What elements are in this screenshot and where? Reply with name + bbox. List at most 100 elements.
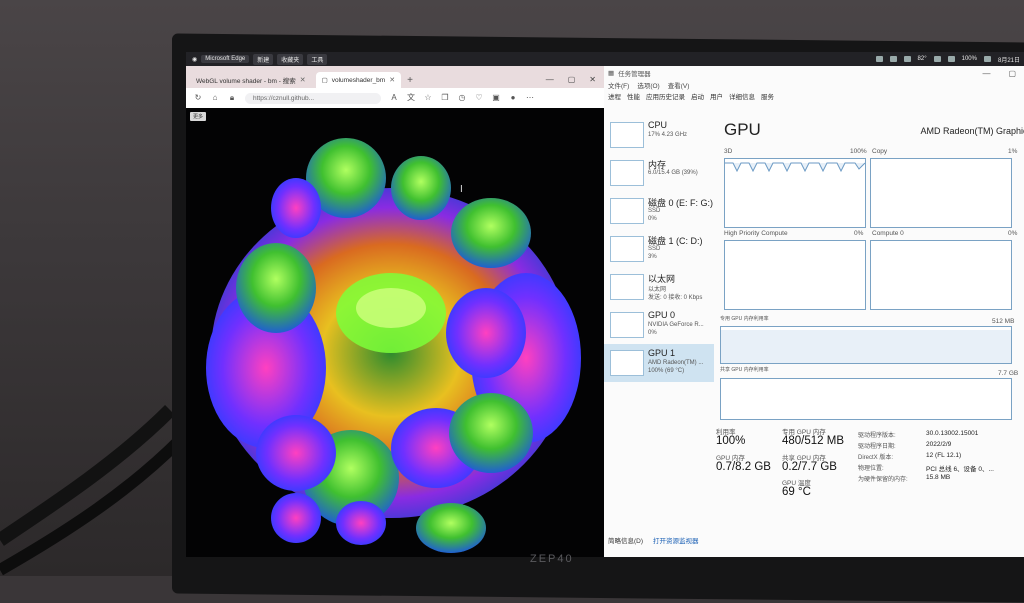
sidebar-item-detail: 17% 4.23 GHz [648, 132, 688, 138]
close-icon[interactable]: ✕ [589, 75, 596, 84]
favorite-icon[interactable]: ☆ [424, 94, 432, 102]
avatar[interactable]: ● [509, 94, 517, 102]
browser-window: WebGL volume shader - bm - 搜索 ✕ ▢ volume… [186, 66, 604, 557]
app-icon: ◉ [192, 56, 198, 63]
sidebar-item-label: CPU [648, 120, 668, 130]
info-key: 物理位置: [858, 466, 884, 472]
graph-copy [870, 158, 1012, 228]
info-key: 驱动程序版本: [858, 433, 896, 439]
summary-toggle[interactable]: 简略信息(D) [608, 535, 643, 545]
address-bar: ↻ ⌂ 🔒︎ https://cznull.github... A 文 ☆ ❐ … [186, 88, 604, 108]
more-icon[interactable]: ⋯ [526, 94, 534, 102]
url-input[interactable]: https://cznull.github... [245, 92, 381, 104]
graph-shr-max: 7.7 GB [998, 370, 1019, 377]
stat-util-value: 100% [716, 435, 746, 447]
tm-menu: 文件(F) 选项(O) 查看(V) [604, 80, 1024, 90]
stat-temp-value: 69 °C [782, 486, 811, 498]
minimize-icon[interactable]: — [982, 69, 990, 78]
tab-label: WebGL volume shader - bm - 搜索 [196, 78, 296, 85]
topbar-tab-fav[interactable]: 收藏夹 [277, 53, 304, 65]
sidebar-item-detail: SSD [648, 246, 661, 252]
sidebar-item-detail: AMD Radeon(TM) ... [648, 360, 704, 366]
gpu1-thumb-graph [610, 350, 644, 376]
tray-temp: 82° [917, 56, 927, 62]
tab-processes[interactable]: 进程 [608, 91, 621, 101]
tab-details[interactable]: 详细信息 [729, 91, 755, 101]
tab-app-history[interactable]: 应用历史记录 [646, 91, 685, 101]
task-manager-icon: ▦ [608, 70, 615, 77]
menu-view[interactable]: 查看(V) [668, 80, 690, 90]
browser-tab-search[interactable]: WebGL volume shader - bm - 搜索 ✕ [190, 72, 312, 88]
history-icon[interactable]: ◷ [458, 94, 466, 102]
disk1-thumb-graph [610, 236, 644, 262]
sidebar-item-gpu1[interactable]: GPU 1 AMD Radeon(TM) ... 100% (69 °C) [604, 344, 714, 382]
tab-startup[interactable]: 启动 [691, 91, 704, 101]
close-icon[interactable]: ✕ [300, 76, 306, 84]
graph-c0 [870, 240, 1012, 310]
toolbar-pill[interactable]: 更多 [190, 112, 207, 121]
window-controls: — ▢ ✕ [546, 70, 604, 88]
graph-3d [724, 158, 866, 228]
topbar-app[interactable]: Microsoft Edge [201, 55, 250, 63]
sidebar-item-disk0[interactable]: 磁盘 0 (E: F: G:) SSD 0% [604, 192, 714, 230]
resource-monitor-link[interactable]: 打开资源监视器 [653, 535, 699, 545]
graph-3d-pct: 100% [850, 148, 867, 155]
info-key: DirectX 版本: [858, 455, 894, 461]
maximize-icon[interactable]: ▢ [568, 75, 576, 84]
sidebar-item-value: 0% [648, 330, 657, 336]
maximize-icon[interactable]: ▢ [1008, 69, 1016, 78]
tray-icon[interactable] [903, 56, 911, 62]
graph-3d-label[interactable]: 3D [724, 148, 732, 155]
topbar-tab-new[interactable]: 新建 [253, 53, 274, 65]
heart-icon[interactable]: ♡ [475, 94, 483, 102]
tray-battery: 100% [961, 56, 977, 62]
tm-footer: 简略信息(D) 打开资源监视器 [608, 535, 699, 545]
read-aloud-icon[interactable]: A [390, 94, 398, 102]
tab-label: volumeshader_bm [331, 76, 386, 84]
text-cursor-icon: I [460, 184, 463, 195]
graph-hpc-label[interactable]: High Priority Compute [724, 230, 788, 237]
sidebar-item-detail: 6.0/15.4 GB (39%) [648, 170, 698, 176]
graph-shared-memory [720, 378, 1012, 420]
tray-icon[interactable] [889, 56, 897, 62]
graph-hpc-pct: 0% [854, 230, 864, 237]
screenshot-icon[interactable]: ▣ [492, 94, 500, 102]
top-bar: ◉ Microsoft Edge 新建 收藏夹 工具 82° 100% 8月21… [186, 52, 1024, 66]
browser-tab-shader[interactable]: ▢ volumeshader_bm ✕ [315, 72, 402, 88]
tray-icon[interactable] [875, 56, 883, 62]
stat-shr-value: 0.2/7.7 GB [782, 461, 837, 473]
page-title: GPU [724, 120, 761, 139]
tray-icon[interactable] [933, 56, 941, 62]
sidebar-item-disk1[interactable]: 磁盘 1 (C: D:) SSD 3% [604, 230, 714, 268]
screen: ◉ Microsoft Edge 新建 收藏夹 工具 82° 100% 8月21… [186, 52, 1024, 557]
info-value: 30.0.13002.15001 [926, 430, 979, 437]
refresh-icon[interactable]: ↻ [194, 94, 202, 102]
tab-performance[interactable]: 性能 [627, 91, 640, 101]
sidebar-item-ethernet[interactable]: 以太网 以太网 发送: 0 接收: 0 Kbps [604, 268, 714, 306]
tab-services[interactable]: 服务 [761, 91, 774, 101]
graph-copy-label[interactable]: Copy [872, 148, 887, 155]
graph-c0-label[interactable]: Compute 0 [872, 230, 904, 237]
battery-icon[interactable] [983, 56, 991, 62]
close-icon[interactable]: ✕ [389, 76, 395, 84]
wifi-icon[interactable] [947, 56, 955, 62]
sidebar-item-memory[interactable]: 内存 6.0/15.4 GB (39%) [604, 154, 714, 192]
menu-options[interactable]: 选项(O) [637, 80, 659, 90]
sidebar-item-value: 100% (69 °C) [648, 368, 685, 374]
minimize-icon[interactable]: — [546, 75, 554, 84]
sidebar-item-gpu0[interactable]: GPU 0 NVIDIA GeForce R... 0% [604, 306, 714, 344]
collections-icon[interactable]: ❐ [441, 94, 449, 102]
graph-shr-label: 共享 GPU 内存利用率 [720, 367, 769, 373]
graph-dedicated-memory [720, 326, 1012, 364]
gpu-model: AMD Radeon(TM) Graphics [920, 126, 1024, 136]
sidebar-item-label: GPU 0 [648, 310, 676, 320]
tab-users[interactable]: 用户 [710, 91, 723, 101]
new-tab-button[interactable]: + [407, 72, 413, 88]
menu-file[interactable]: 文件(F) [608, 80, 629, 90]
info-value: 12 (FL 12.1) [926, 452, 962, 459]
topbar-tab-tools[interactable]: 工具 [307, 53, 328, 65]
sidebar-item-cpu[interactable]: CPU 17% 4.23 GHz [604, 116, 714, 154]
graph-hpc [724, 240, 866, 310]
translate-icon[interactable]: 文 [407, 94, 415, 102]
home-icon[interactable]: ⌂ [211, 94, 219, 102]
